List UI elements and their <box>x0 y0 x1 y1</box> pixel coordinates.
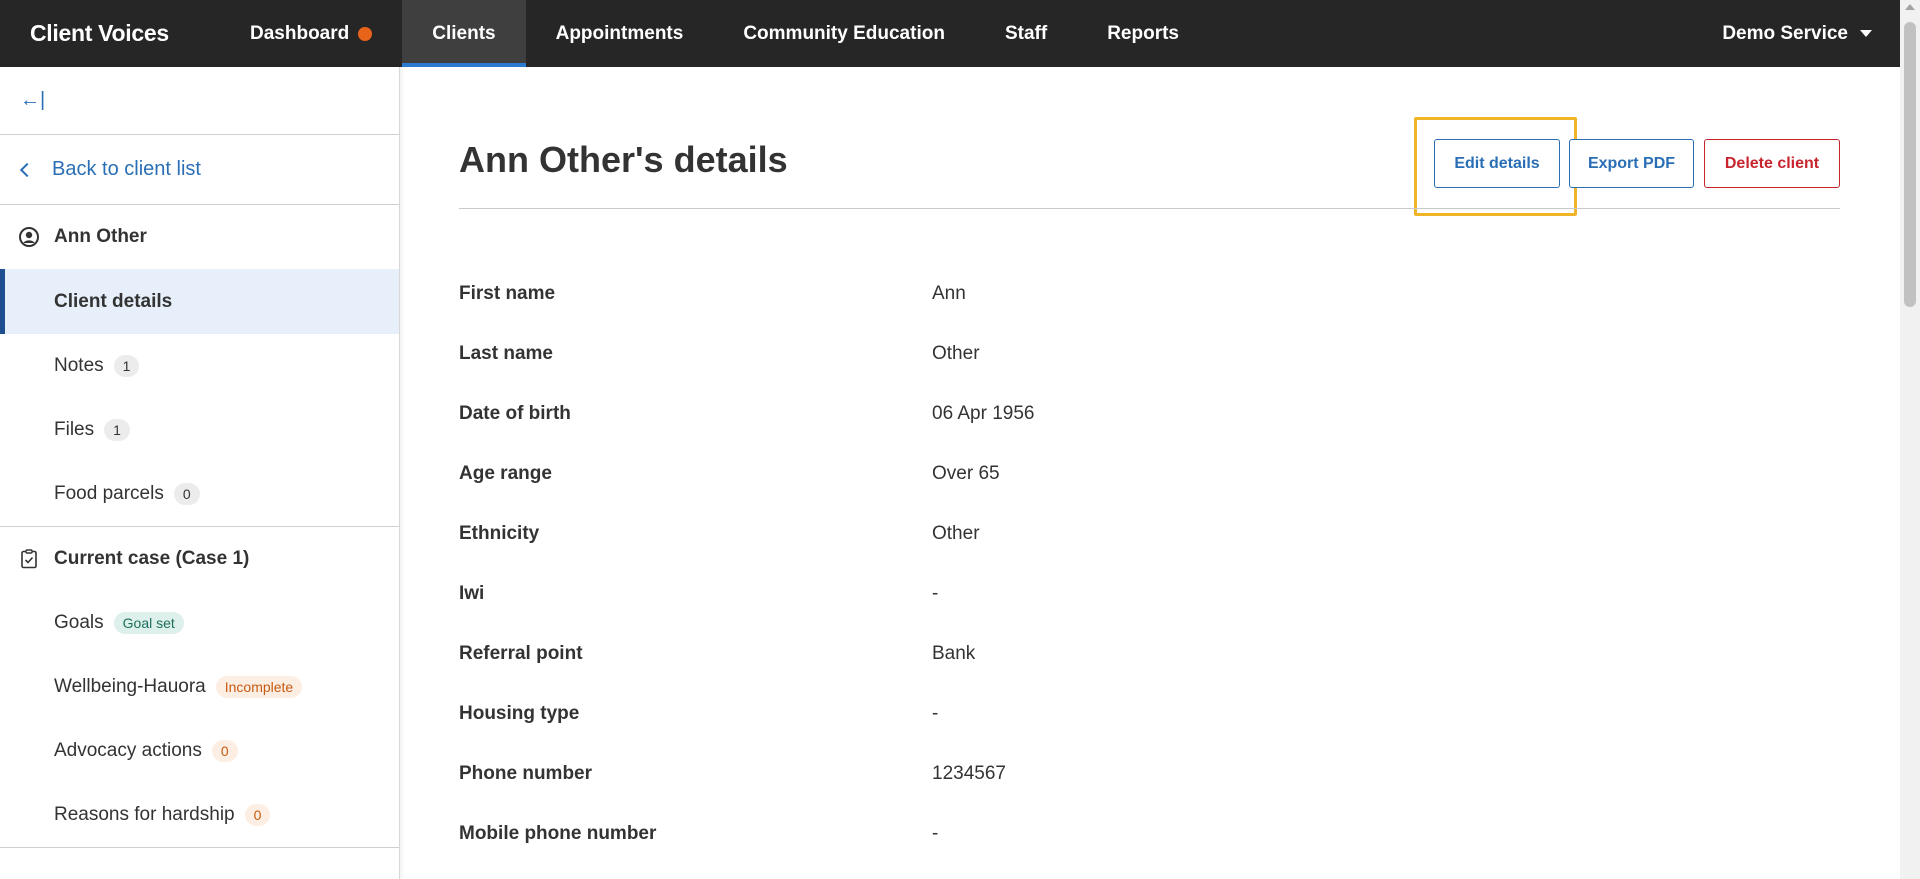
sidebar-item-wellbeing-hauora[interactable]: Wellbeing-Hauora Incomplete <box>0 655 399 719</box>
detail-label: Housing type <box>459 703 580 724</box>
detail-label: Phone number <box>459 763 593 784</box>
detail-label: Last name <box>459 343 553 364</box>
nav-staff-label: Staff <box>1004 22 1048 44</box>
count-badge: 1 <box>113 355 140 377</box>
scrollbar-thumb[interactable] <box>1904 22 1916 307</box>
nav-staff[interactable]: Staff <box>975 0 1077 67</box>
detail-value: Ann <box>932 283 966 304</box>
sidebar-item-goals[interactable]: Goals Goal set <box>0 591 399 655</box>
sidebar-item-label: Client details <box>54 290 173 312</box>
detail-value: - <box>932 823 939 844</box>
client-details-list: First name Ann Last name Other Date of b… <box>459 264 1840 864</box>
detail-label: Ethnicity <box>459 523 540 544</box>
detail-row-age-range: Age range Over 65 <box>459 444 1840 504</box>
user-circle-icon <box>18 226 40 248</box>
sidebar-item-files[interactable]: Files 1 <box>0 398 399 462</box>
detail-label: Age range <box>459 463 552 484</box>
detail-row-date-of-birth: Date of birth 06 Apr 1956 <box>459 384 1840 444</box>
nav-appointments[interactable]: Appointments <box>526 0 714 67</box>
detail-value: - <box>932 703 939 724</box>
detail-row-iwi: Iwi - <box>459 564 1840 624</box>
sidebar-item-client-details[interactable]: Client details <box>0 269 399 334</box>
count-badge: 0 <box>244 804 271 826</box>
top-nav: Client Voices Dashboard Clients Appointm… <box>0 0 1900 67</box>
client-name: Ann Other <box>54 226 147 247</box>
nav-reports-label: Reports <box>1107 22 1179 44</box>
detail-value: 06 Apr 1956 <box>932 403 1035 424</box>
nav-dashboard-label: Dashboard <box>250 22 350 44</box>
detail-value: 1234567 <box>932 763 1006 784</box>
sidebar-item-label: Advocacy actions <box>54 740 202 761</box>
edit-details-button[interactable]: Edit details <box>1434 139 1560 188</box>
delete-client-button[interactable]: Delete client <box>1704 139 1840 188</box>
account-name: Demo Service <box>1722 22 1848 44</box>
detail-label: Date of birth <box>459 403 571 424</box>
nav-dashboard[interactable]: Dashboard <box>220 0 402 67</box>
count-badge: 0 <box>211 740 238 762</box>
nav-clients[interactable]: Clients <box>402 0 526 67</box>
caret-down-icon <box>1860 30 1872 37</box>
detail-label: Mobile phone number <box>459 823 657 844</box>
sidebar-item-reasons-for-hardship[interactable]: Reasons for hardship 0 <box>0 783 399 847</box>
sidebar: ←| Back to client list Ann Other Client … <box>0 67 400 879</box>
detail-row-ethnicity: Ethnicity Other <box>459 504 1840 564</box>
collapse-icon: ←| <box>20 89 46 111</box>
detail-row-mobile-phone-number: Mobile phone number - <box>459 804 1840 864</box>
sidebar-item-advocacy-actions[interactable]: Advocacy actions 0 <box>0 719 399 783</box>
sidebar-item-label: Food parcels <box>54 483 164 504</box>
status-badge: Goal set <box>113 612 184 634</box>
title-divider <box>459 208 1840 209</box>
detail-value: Other <box>932 523 980 544</box>
nav-clients-label: Clients <box>432 22 496 44</box>
account-menu[interactable]: Demo Service <box>1722 0 1900 67</box>
vertical-scrollbar[interactable] <box>1900 0 1920 879</box>
sidebar-item-food-parcels[interactable]: Food parcels 0 <box>0 462 399 526</box>
detail-value: Other <box>932 343 980 364</box>
client-name-heading: Ann Other <box>0 205 399 269</box>
collapse-sidebar-button[interactable]: ←| <box>0 67 399 135</box>
count-badge: 1 <box>104 419 130 441</box>
nav-reports[interactable]: Reports <box>1077 0 1209 67</box>
detail-value: - <box>932 583 939 604</box>
notification-dot <box>358 26 373 41</box>
chevron-left-icon <box>19 162 35 177</box>
current-case-heading: Current case (Case 1) <box>0 527 399 591</box>
sidebar-item-label: Wellbeing-Hauora <box>54 676 206 697</box>
back-label: Back to client list <box>52 158 201 180</box>
scroll-up-arrow-icon[interactable] <box>1905 4 1915 10</box>
nav-community-education[interactable]: Community Education <box>713 0 975 67</box>
nav-community-education-label: Community Education <box>743 22 945 44</box>
sidebar-item-label: Files <box>54 419 95 440</box>
count-badge: 0 <box>173 483 200 505</box>
nav-appointments-label: Appointments <box>555 22 684 44</box>
sidebar-item-label: Reasons for hardship <box>54 804 235 825</box>
sidebar-item-label: Notes <box>54 355 104 376</box>
detail-row-phone-number: Phone number 1234567 <box>459 744 1840 804</box>
page-title: Ann Other's details <box>459 139 788 180</box>
clipboard-check-icon <box>18 548 40 570</box>
detail-row-housing-type: Housing type - <box>459 684 1840 744</box>
detail-row-first-name: First name Ann <box>459 264 1840 324</box>
brand-logo[interactable]: Client Voices <box>0 0 220 67</box>
sidebar-item-label: Goals <box>54 612 104 633</box>
back-to-client-list-link[interactable]: Back to client list <box>0 135 399 205</box>
detail-label: Referral point <box>459 643 583 664</box>
detail-row-last-name: Last name Other <box>459 324 1840 384</box>
case-title: Current case (Case 1) <box>54 548 250 569</box>
sidebar-item-notes[interactable]: Notes 1 <box>0 334 399 398</box>
detail-value: Over 65 <box>932 463 1000 484</box>
status-badge: Incomplete <box>215 676 303 698</box>
detail-value: Bank <box>932 643 976 664</box>
detail-label: Iwi <box>459 583 485 604</box>
export-pdf-button[interactable]: Export PDF <box>1569 139 1694 188</box>
detail-row-referral-point: Referral point Bank <box>459 624 1840 684</box>
sidebar-divider <box>0 847 399 848</box>
detail-label: First name <box>459 283 556 304</box>
